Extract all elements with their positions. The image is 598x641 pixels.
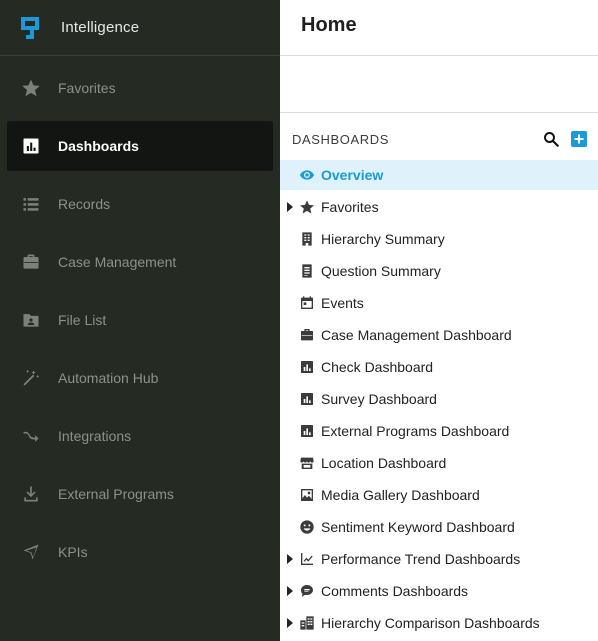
tree-item-favorites[interactable]: Favorites: [280, 192, 598, 222]
star-icon: [21, 78, 41, 98]
tree-item-sentiment-keyword-dashboard[interactable]: Sentiment Keyword Dashboard: [280, 512, 598, 542]
tree-item-label: Media Gallery Dashboard: [321, 487, 480, 503]
folder-user-icon: [21, 310, 41, 330]
main-panel: Home DASHBOARDS Overview Favorites Hiera…: [280, 0, 598, 641]
trend-chart-icon: [299, 551, 315, 567]
bar-chart-icon: [21, 136, 41, 156]
integration-arrow-icon: [21, 426, 41, 446]
bar-chart-icon: [299, 423, 315, 439]
sidebar-item-file-list[interactable]: File List: [7, 295, 273, 345]
magic-wand-icon: [21, 368, 41, 388]
briefcase-icon: [299, 327, 315, 343]
tree-item-label: Performance Trend Dashboards: [321, 551, 521, 567]
buildings-icon: [299, 615, 315, 631]
building-icon: [299, 231, 315, 247]
tree-item-label: Hierarchy Summary: [321, 231, 445, 247]
tree-item-hierarchy-comparison-dashboards[interactable]: Hierarchy Comparison Dashboards: [280, 608, 598, 638]
sidebar-item-label: Integrations: [58, 428, 132, 444]
sidebar-item-label: File List: [58, 312, 107, 328]
star-icon: [299, 199, 315, 215]
section-title: DASHBOARDS: [292, 132, 390, 147]
sidebar-item-favorites[interactable]: Favorites: [7, 63, 273, 113]
tree-item-label: Comments Dashboards: [321, 583, 469, 599]
expand-caret-icon[interactable]: [286, 618, 294, 628]
sidebar-item-label: Records: [58, 196, 111, 212]
intelligence-logo-icon: [21, 16, 39, 39]
tree-item-label: Events: [321, 295, 364, 311]
sidebar-item-kpis[interactable]: KPIs: [7, 527, 273, 577]
add-icon[interactable]: [571, 131, 587, 147]
sidebar-item-records[interactable]: Records: [7, 179, 273, 229]
bar-chart-icon: [299, 359, 315, 375]
tree-item-location-dashboard[interactable]: Location Dashboard: [280, 448, 598, 478]
tree-item-label: Hierarchy Comparison Dashboards: [321, 615, 540, 631]
app-title: Intelligence: [61, 19, 140, 36]
expand-caret-icon[interactable]: [286, 554, 294, 564]
sidebar-item-label: Favorites: [58, 80, 116, 96]
expand-caret-icon[interactable]: [286, 202, 294, 212]
tree-item-question-summary[interactable]: Question Summary: [280, 256, 598, 286]
briefcase-icon: [21, 252, 41, 272]
download-icon: [21, 484, 41, 504]
expand-caret-icon[interactable]: [286, 586, 294, 596]
tree-item-label: Check Dashboard: [321, 359, 434, 375]
tree-item-comments-dashboards[interactable]: Comments Dashboards: [280, 576, 598, 606]
page-title: Home: [301, 14, 357, 36]
image-icon: [299, 487, 315, 503]
tree-item-label: Location Dashboard: [321, 455, 447, 471]
smile-icon: [299, 519, 315, 535]
tree-item-label: Sentiment Keyword Dashboard: [321, 519, 515, 535]
sidebar-item-label: Automation Hub: [58, 370, 159, 386]
calendar-icon: [299, 295, 315, 311]
tree-item-hierarchy-summary[interactable]: Hierarchy Summary: [280, 224, 598, 254]
send-icon: [21, 542, 41, 562]
tree-item-performance-trend-dashboards[interactable]: Performance Trend Dashboards: [280, 544, 598, 574]
tree-item-label: Favorites: [321, 199, 379, 215]
tree-item-external-programs-dashboard[interactable]: External Programs Dashboard: [280, 416, 598, 446]
list-icon: [21, 194, 41, 214]
divider: [280, 112, 598, 113]
comment-icon: [299, 583, 315, 599]
tree-item-events[interactable]: Events: [280, 288, 598, 318]
tree-item-case-management-dashboard[interactable]: Case Management Dashboard: [280, 320, 598, 350]
tree-item-media-gallery-dashboard[interactable]: Media Gallery Dashboard: [280, 480, 598, 510]
tree-item-label: Question Summary: [321, 263, 441, 279]
sidebar: Intelligence Favorites Dashboards Record…: [0, 0, 280, 641]
divider: [280, 55, 598, 56]
tree-item-label: Overview: [321, 167, 384, 183]
sidebar-item-label: Dashboards: [58, 138, 139, 154]
sidebar-item-automation-hub[interactable]: Automation Hub: [7, 353, 273, 403]
sidebar-item-case-management[interactable]: Case Management: [7, 237, 273, 287]
dashboards-section-header: DASHBOARDS: [280, 124, 598, 154]
tree-item-label: External Programs Dashboard: [321, 423, 510, 439]
sidebar-item-integrations[interactable]: Integrations: [7, 411, 273, 461]
sidebar-item-external-programs[interactable]: External Programs: [7, 469, 273, 519]
sidebar-item-label: Case Management: [58, 254, 177, 270]
sidebar-item-label: External Programs: [58, 486, 174, 502]
store-icon: [299, 455, 315, 471]
sidebar-item-dashboards[interactable]: Dashboards: [7, 121, 273, 171]
tree-item-overview[interactable]: Overview: [280, 160, 598, 190]
tree-item-label: Case Management Dashboard: [321, 327, 512, 343]
tree-item-label: Survey Dashboard: [321, 391, 437, 407]
brand-header: Intelligence: [0, 0, 280, 56]
tree-item-survey-dashboard[interactable]: Survey Dashboard: [280, 384, 598, 414]
eye-icon: [299, 167, 315, 183]
tree-item-check-dashboard[interactable]: Check Dashboard: [280, 352, 598, 382]
search-icon[interactable]: [542, 130, 560, 148]
bar-chart-icon: [299, 391, 315, 407]
document-icon: [299, 263, 315, 279]
sidebar-item-label: KPIs: [58, 544, 88, 560]
